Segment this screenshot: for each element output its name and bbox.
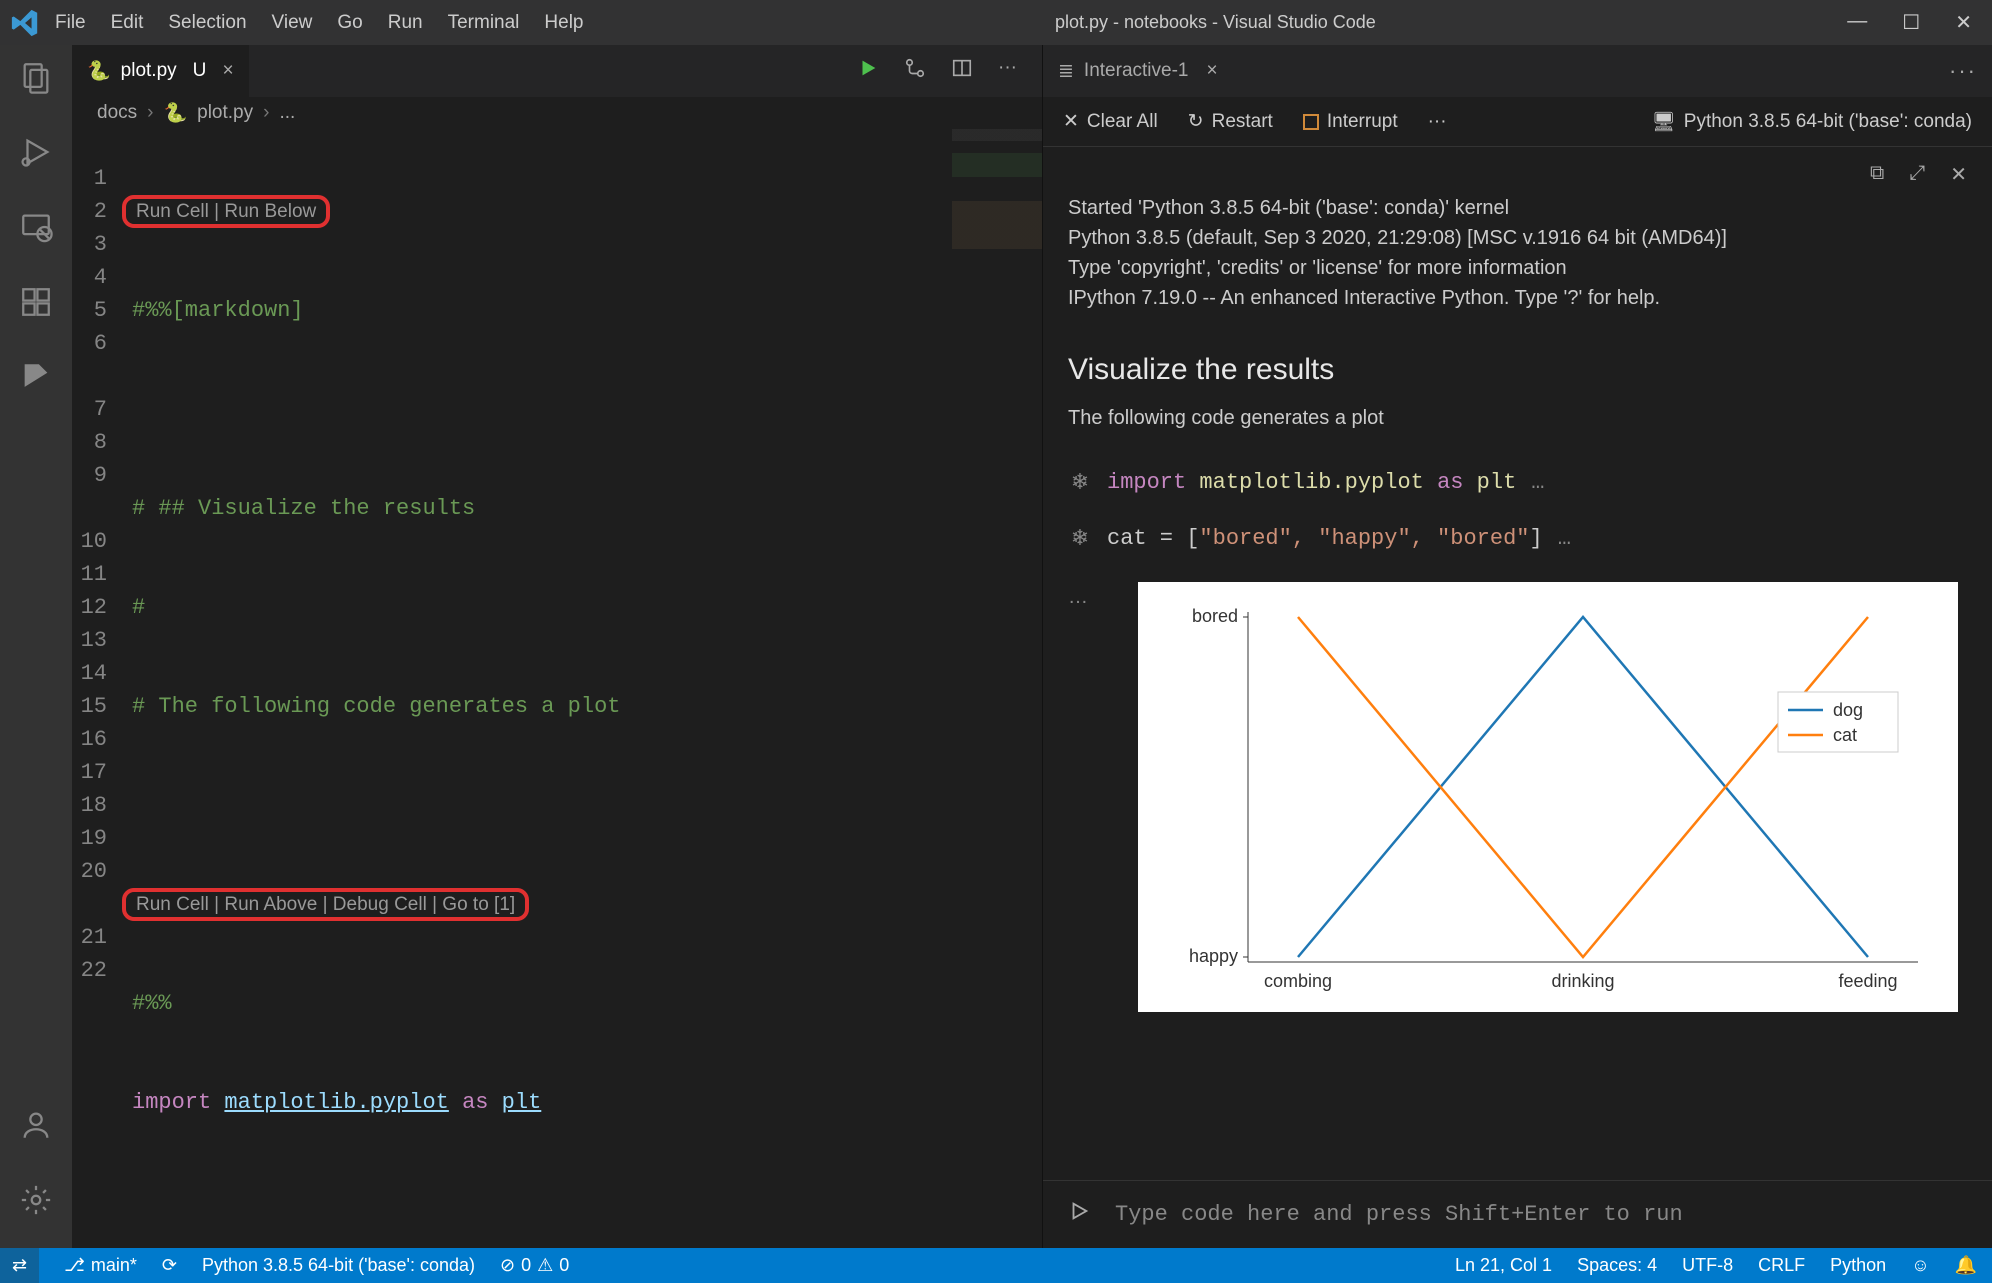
bookmark-icon[interactable] (19, 360, 53, 400)
close-button[interactable]: ✕ (1955, 10, 1972, 35)
code-area[interactable]: Run Cell | Run Below #%%[markdown] # ## … (132, 129, 1042, 1283)
output-heading: Visualize the results (1068, 353, 1967, 387)
codelens-run-cell[interactable]: Run Cell | Run Below (122, 195, 330, 228)
codelens-run-cell[interactable]: Run Cell | Run Above | Debug Cell | Go t… (122, 888, 529, 921)
cell-import: ❄ import matplotlib.pyplot as plt … (1068, 470, 1967, 496)
python-file-icon: 🐍 (163, 101, 187, 125)
activity-bar (0, 45, 72, 1248)
svg-text:cat: cat (1833, 725, 1857, 745)
svg-text:happy: happy (1189, 946, 1238, 966)
menu-selection[interactable]: Selection (168, 12, 246, 34)
ellipsis-icon[interactable]: … (1558, 526, 1571, 551)
svg-text:feeding: feeding (1838, 971, 1897, 991)
explorer-icon[interactable] (19, 60, 53, 100)
tab-modified-indicator: U (193, 60, 207, 82)
ellipsis-icon[interactable]: … (1068, 586, 1088, 609)
minimize-button[interactable]: — (1847, 10, 1867, 35)
minimap[interactable] (952, 129, 1042, 249)
menu-help[interactable]: Help (544, 12, 583, 34)
maximize-button[interactable]: ☐ (1902, 10, 1920, 35)
cell-gear-icon[interactable]: ❄ (1068, 470, 1092, 496)
encoding-status[interactable]: UTF-8 (1682, 1255, 1733, 1276)
cursor-position[interactable]: Ln 21, Col 1 (1455, 1255, 1552, 1276)
interrupt-button[interactable]: Interrupt (1303, 111, 1398, 133)
run-file-icon[interactable] (857, 57, 879, 85)
ellipsis-icon[interactable]: … (1531, 470, 1544, 495)
kernel-info: Started 'Python 3.8.5 64-bit ('base': co… (1068, 193, 1967, 313)
window-controls: — ☐ ✕ (1847, 10, 1972, 35)
interactive-tab-label: Interactive-1 (1084, 60, 1189, 82)
diff-icon[interactable] (904, 57, 926, 85)
split-editor-icon[interactable] (951, 57, 973, 85)
output-chart: bored happy combing drinking feeding (1138, 582, 1958, 1012)
menu-bar: File Edit Selection View Go Run Terminal… (55, 12, 584, 34)
tab-close-icon[interactable]: × (222, 60, 233, 82)
settings-gear-icon[interactable] (19, 1183, 53, 1223)
more-actions-icon[interactable]: ··· (1949, 58, 1977, 84)
editor-body[interactable]: 1 2 3 4 5 6 7 8 9 10 11 12 13 14 15 (72, 129, 1042, 1283)
accounts-icon[interactable] (19, 1108, 53, 1148)
chevron-right-icon: › (147, 102, 153, 124)
copy-icon[interactable]: ⧉ (1870, 162, 1884, 187)
svg-text:dog: dog (1833, 700, 1863, 720)
interactive-output[interactable]: ⧉ ⤢ ✕ Started 'Python 3.8.5 64-bit ('bas… (1043, 147, 1992, 1180)
tab-filename: plot.py (121, 60, 177, 82)
breadcrumb[interactable]: docs › 🐍 plot.py › ... (72, 97, 1042, 129)
remote-explorer-icon[interactable] (19, 210, 53, 250)
interactive-tab[interactable]: ≣ Interactive-1 × (1058, 60, 1218, 83)
run-icon[interactable] (1068, 1200, 1090, 1229)
menu-terminal[interactable]: Terminal (448, 12, 520, 34)
server-icon: 🖥 (1652, 110, 1676, 134)
interactive-panel: ≣ Interactive-1 × ··· ✕Clear All ↻Restar… (1042, 45, 1992, 1248)
restart-button[interactable]: ↻Restart (1188, 110, 1273, 133)
menu-run[interactable]: Run (388, 12, 423, 34)
chevron-right-icon: › (263, 102, 269, 124)
remote-indicator[interactable]: ⇄ (0, 1248, 39, 1283)
menu-file[interactable]: File (55, 12, 86, 34)
title-bar: File Edit Selection View Go Run Terminal… (0, 0, 1992, 45)
cell-data: ❄ cat = ["bored", "happy", "bored"] … (1068, 526, 1967, 552)
extensions-icon[interactable] (19, 285, 53, 325)
menu-go[interactable]: Go (337, 12, 362, 34)
window-title: plot.py - notebooks - Visual Studio Code (584, 12, 1848, 33)
breadcrumb-file[interactable]: plot.py (197, 102, 253, 124)
python-file-icon: 🐍 (87, 59, 111, 83)
menu-view[interactable]: View (272, 12, 313, 34)
more-actions-icon[interactable]: ··· (998, 57, 1017, 85)
tab-close-icon[interactable]: × (1206, 60, 1217, 82)
vscode-logo-icon (10, 8, 40, 38)
editor-group: 🐍 plot.py U × ··· docs › 🐍 plot.py › (72, 45, 1042, 1248)
restart-icon: ↻ (1188, 110, 1204, 133)
interactive-icon: ≣ (1058, 60, 1074, 83)
cell-gear-icon[interactable]: ❄ (1068, 526, 1092, 552)
notifications-icon[interactable]: 🔔 (1955, 1255, 1977, 1276)
line-gutter: 1 2 3 4 5 6 7 8 9 10 11 12 13 14 15 (72, 129, 132, 1283)
feedback-icon[interactable]: ☺ (1911, 1255, 1929, 1276)
tab-plot-py[interactable]: 🐍 plot.py U × (72, 45, 249, 97)
indentation-status[interactable]: Spaces: 4 (1577, 1255, 1657, 1276)
menu-edit[interactable]: Edit (111, 12, 144, 34)
interactive-input[interactable]: Type code here and press Shift+Enter to … (1043, 1180, 1992, 1248)
interactive-toolbar: ✕Clear All ↻Restart Interrupt ··· 🖥Pytho… (1043, 97, 1992, 147)
close-icon[interactable]: ✕ (1950, 162, 1967, 187)
language-mode[interactable]: Python (1830, 1255, 1886, 1276)
svg-text:drinking: drinking (1551, 971, 1614, 991)
interactive-tabbar: ≣ Interactive-1 × ··· (1043, 45, 1992, 97)
stop-icon (1303, 114, 1319, 130)
clear-all-button[interactable]: ✕Clear All (1063, 110, 1158, 133)
svg-text:combing: combing (1264, 971, 1332, 991)
eol-status[interactable]: CRLF (1758, 1255, 1805, 1276)
breadcrumb-folder[interactable]: docs (97, 102, 137, 124)
output-subheading: The following code generates a plot (1068, 407, 1967, 430)
breadcrumb-tail[interactable]: ... (279, 102, 295, 124)
editor-tabs: 🐍 plot.py U × ··· (72, 45, 1042, 97)
run-debug-icon[interactable] (19, 135, 53, 175)
close-icon: ✕ (1063, 110, 1079, 133)
expand-icon[interactable]: ⤢ (1909, 162, 1925, 187)
kernel-selector[interactable]: 🖥Python 3.8.5 64-bit ('base': conda) (1652, 110, 1972, 134)
input-placeholder[interactable]: Type code here and press Shift+Enter to … (1115, 1202, 1683, 1227)
more-actions-icon[interactable]: ··· (1428, 111, 1447, 133)
remote-icon: ⇄ (12, 1255, 27, 1276)
svg-text:bored: bored (1192, 606, 1238, 626)
